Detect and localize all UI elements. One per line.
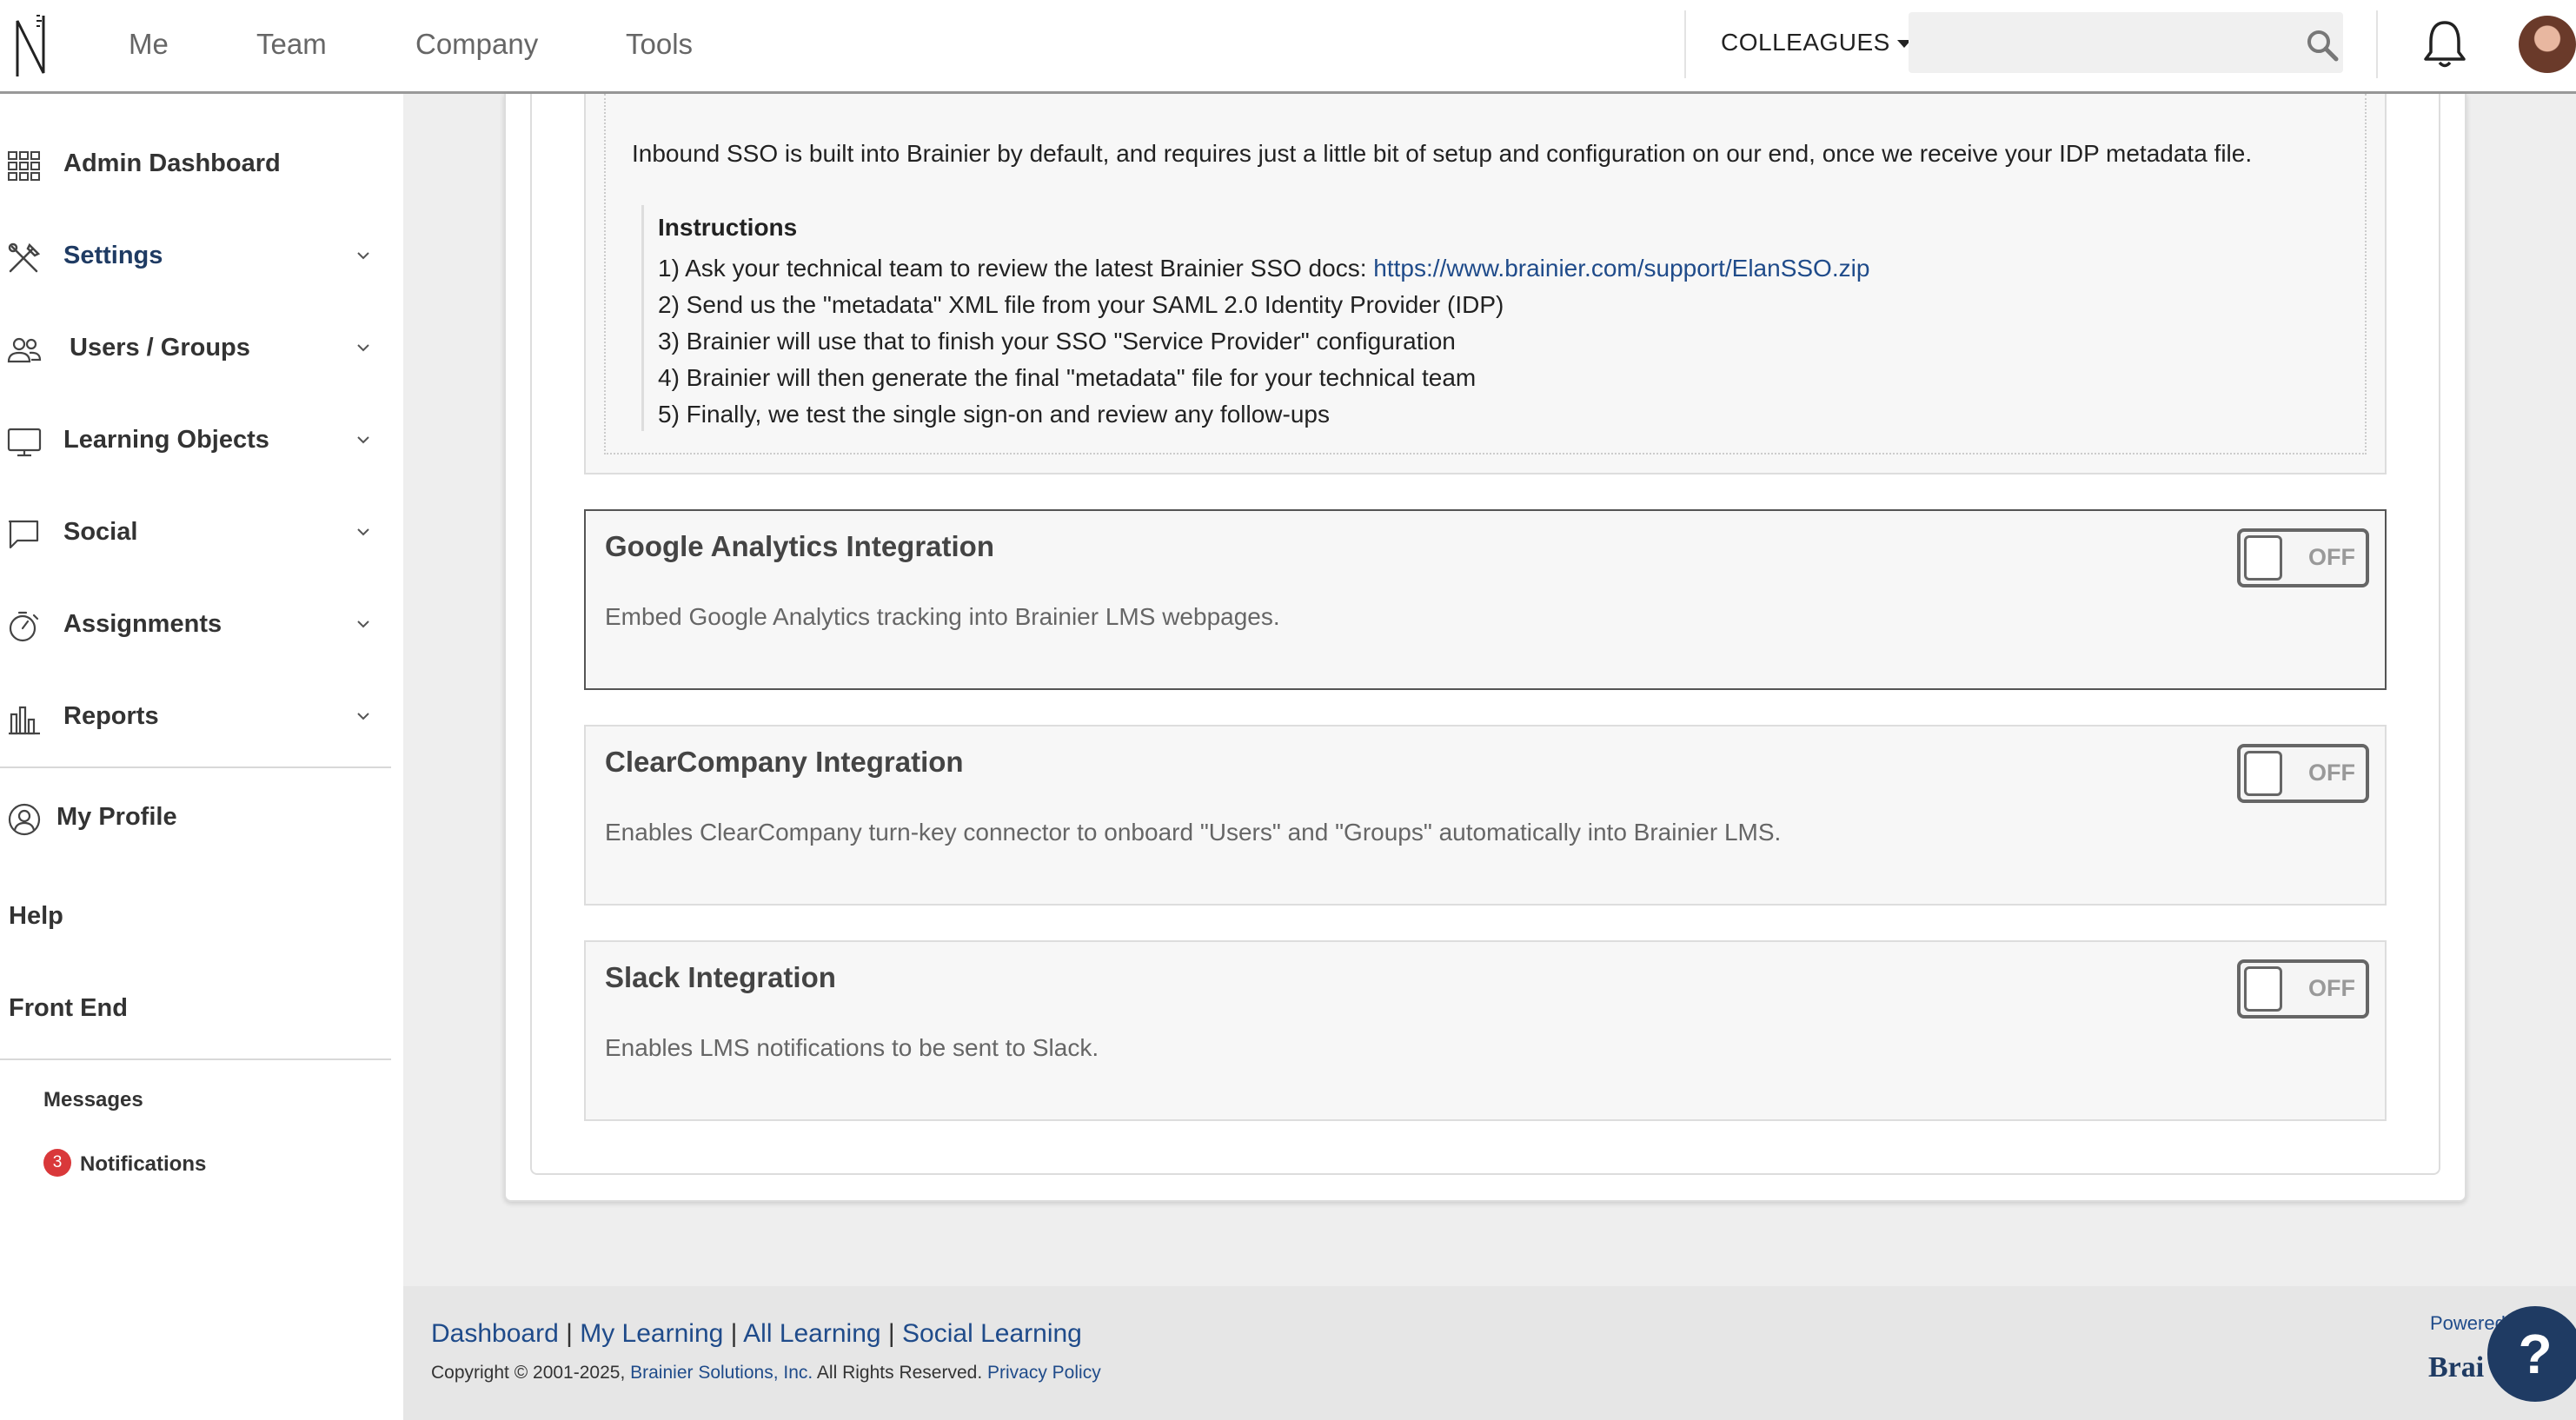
nav-me[interactable]: Me bbox=[129, 28, 169, 61]
privacy-policy-link[interactable]: Privacy Policy bbox=[987, 1363, 1101, 1383]
sidebar-item-front-end[interactable]: Front End bbox=[9, 994, 128, 1023]
toggle-state-label: OFF bbox=[2308, 760, 2355, 786]
chevron-down-icon bbox=[357, 620, 369, 628]
chevron-down-icon bbox=[357, 252, 369, 260]
instruction-step: 5) Finally, we test the single sign-on a… bbox=[658, 401, 1330, 428]
colleagues-label: COLLEAGUES bbox=[1721, 29, 1890, 56]
monitor-icon bbox=[7, 428, 42, 457]
user-avatar[interactable] bbox=[2519, 16, 2576, 73]
chevron-down-icon bbox=[357, 436, 369, 444]
copyright-prefix: Copyright © 2001-2025, bbox=[431, 1363, 631, 1383]
integration-title: Slack Integration bbox=[605, 961, 836, 993]
footer-link-my-learning[interactable]: My Learning bbox=[580, 1319, 723, 1348]
bar-chart-icon bbox=[9, 706, 40, 735]
nav-company[interactable]: Company bbox=[415, 28, 538, 61]
rights-text: All Rights Reserved. bbox=[813, 1363, 987, 1383]
user-circle-icon bbox=[8, 803, 41, 836]
sidebar-item-help[interactable]: Help bbox=[9, 902, 63, 931]
brainier-footer-logo[interactable]: Brai bbox=[2428, 1351, 2484, 1384]
toggle-knob bbox=[2244, 751, 2282, 796]
sidebar-item-admin-dashboard[interactable]: Admin Dashboard bbox=[0, 137, 391, 189]
sidebar-item-social[interactable]: Social bbox=[0, 506, 391, 558]
toggle-state-label: OFF bbox=[2308, 544, 2355, 570]
sidebar-item-settings[interactable]: Settings bbox=[0, 229, 391, 282]
toggle-state-label: OFF bbox=[2308, 975, 2355, 1001]
footer-link-dashboard[interactable]: Dashboard bbox=[431, 1319, 559, 1348]
nav-tools[interactable]: Tools bbox=[626, 28, 693, 61]
search-input[interactable] bbox=[1909, 12, 2343, 73]
instruction-step: 4) Brainier will then generate the final… bbox=[658, 364, 1477, 391]
sidebar-item-label: Users / Groups bbox=[70, 334, 250, 362]
sidebar-item-messages[interactable]: Messages bbox=[43, 1088, 143, 1112]
nav-divider bbox=[1684, 10, 1686, 78]
admin-sidebar: Admin Dashboard Settings Users / Groups bbox=[0, 94, 403, 1420]
sso-docs-link[interactable]: https://www.brainier.com/support/ElanSSO… bbox=[1373, 255, 1869, 282]
chevron-down-icon bbox=[357, 528, 369, 536]
chat-icon bbox=[8, 520, 39, 549]
sidebar-item-label: Learning Objects bbox=[63, 426, 269, 454]
top-navbar: Me Team Company Tools COLLEAGUES bbox=[0, 0, 2576, 94]
stopwatch-icon bbox=[9, 611, 39, 642]
slack-toggle[interactable]: OFF bbox=[2237, 959, 2369, 1019]
google-analytics-toggle[interactable]: OFF bbox=[2237, 528, 2369, 587]
integration-title: ClearCompany Integration bbox=[605, 746, 964, 778]
sidebar-item-label: Reports bbox=[63, 702, 159, 730]
instruction-step-text: 1) Ask your technical team to review the… bbox=[658, 255, 1374, 282]
instruction-step: 3) Brainier will use that to finish your… bbox=[658, 328, 1456, 355]
help-chat-button[interactable]: ? bbox=[2487, 1306, 2576, 1402]
instructions-title: Instructions bbox=[658, 214, 798, 241]
integration-title: Google Analytics Integration bbox=[605, 530, 994, 562]
sidebar-item-label: Admin Dashboard bbox=[63, 149, 281, 177]
toggle-knob bbox=[2244, 966, 2282, 1012]
integration-description: Embed Google Analytics tracking into Bra… bbox=[605, 603, 1280, 630]
sidebar-divider bbox=[0, 1058, 391, 1060]
instruction-step: 2) Send us the "metadata" XML file from … bbox=[658, 291, 1504, 318]
integration-description: Enables LMS notifications to be sent to … bbox=[605, 1034, 1099, 1061]
clearcompany-integration-card: ClearCompany Integration Enables ClearCo… bbox=[584, 725, 2387, 906]
sidebar-item-label: Settings bbox=[63, 242, 163, 269]
footer-link-all-learning[interactable]: All Learning bbox=[743, 1319, 880, 1348]
notifications-count-badge: 3 bbox=[43, 1149, 71, 1177]
sso-intro-text: Inbound SSO is built into Brainier by de… bbox=[632, 140, 2253, 167]
nav-team[interactable]: Team bbox=[256, 28, 327, 61]
integration-description: Enables ClearCompany turn-key connector … bbox=[605, 819, 1782, 846]
instruction-step: 1) Ask your technical team to review the… bbox=[658, 250, 1869, 287]
page-footer: Dashboard | My Learning | All Learning |… bbox=[403, 1286, 2576, 1420]
sidebar-item-learning-objects[interactable]: Learning Objects bbox=[0, 414, 391, 466]
search-icon[interactable] bbox=[2305, 28, 2340, 63]
sidebar-item-label: Social bbox=[63, 518, 138, 546]
sidebar-item-notifications[interactable]: Notifications bbox=[80, 1152, 206, 1177]
tools-icon bbox=[8, 242, 41, 273]
grid-icon bbox=[8, 151, 40, 181]
slack-integration-card: Slack Integration Enables LMS notificati… bbox=[584, 940, 2387, 1121]
sidebar-divider bbox=[0, 766, 391, 768]
sidebar-item-reports[interactable]: Reports bbox=[0, 690, 391, 742]
google-analytics-integration-card: Google Analytics Integration Embed Googl… bbox=[584, 509, 2387, 690]
users-icon bbox=[7, 337, 42, 363]
sidebar-item-assignments[interactable]: Assignments bbox=[0, 598, 391, 650]
sidebar-item-users-groups[interactable]: Users / Groups bbox=[0, 322, 391, 374]
bell-icon[interactable] bbox=[2421, 19, 2468, 70]
footer-link-social-learning[interactable]: Social Learning bbox=[902, 1319, 1082, 1348]
chevron-down-icon bbox=[357, 713, 369, 720]
brainier-logo-icon[interactable] bbox=[12, 12, 50, 78]
sidebar-item-label: My Profile bbox=[56, 803, 177, 831]
clearcompany-toggle[interactable]: OFF bbox=[2237, 744, 2369, 803]
sidebar-item-my-profile[interactable]: My Profile bbox=[0, 791, 391, 843]
chevron-down-icon bbox=[357, 344, 369, 352]
nav-divider bbox=[2376, 10, 2378, 78]
copyright-text: Copyright © 2001-2025, Brainier Solution… bbox=[431, 1363, 1101, 1384]
footer-links: Dashboard | My Learning | All Learning |… bbox=[431, 1319, 1082, 1348]
colleagues-dropdown[interactable]: COLLEAGUES bbox=[1721, 29, 1911, 56]
sso-instructions: Instructions 1) Ask your technical team … bbox=[641, 205, 1869, 431]
sidebar-item-label: Assignments bbox=[63, 610, 222, 638]
toggle-knob bbox=[2244, 535, 2282, 581]
company-link[interactable]: Brainier Solutions, Inc. bbox=[630, 1363, 813, 1383]
